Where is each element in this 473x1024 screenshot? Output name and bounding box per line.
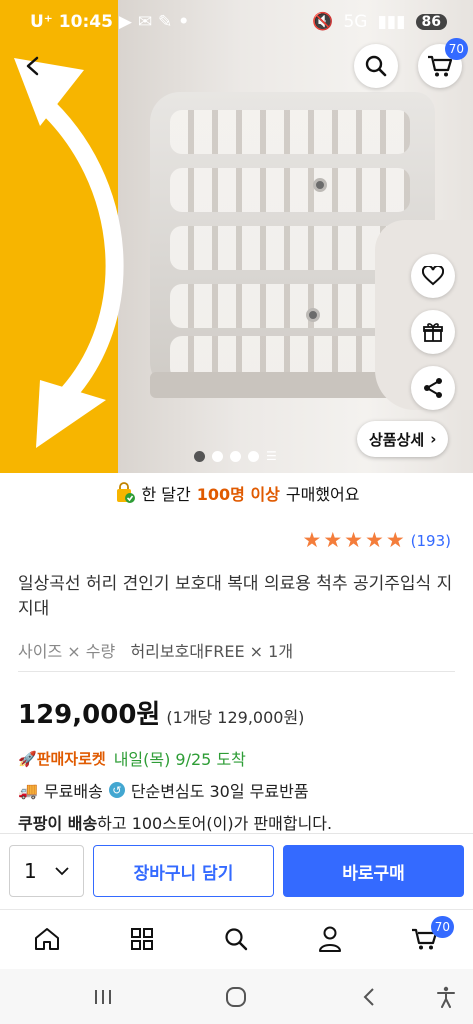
status-bar: U⁺ 10:45 ▶ ✉ ✎ • 🔇 5G ▮▮▮ 86 <box>0 0 473 48</box>
star-icon: ★ <box>323 528 343 552</box>
air-valve <box>313 178 327 192</box>
purchase-bar: 1 장바구니 담기 바로구매 <box>0 833 473 909</box>
search-icon <box>365 55 387 77</box>
seller-rocket-label: 판매자로켓 <box>36 749 106 768</box>
status-right: 🔇 5G ▮▮▮ 86 <box>312 12 447 32</box>
pagination-dot[interactable] <box>230 451 241 462</box>
tab-cart[interactable]: 70 <box>408 916 454 954</box>
recent-apps-button[interactable] <box>90 985 116 1009</box>
add-to-cart-button[interactable]: 장바구니 담기 <box>93 845 274 897</box>
pagination-dot[interactable] <box>194 451 205 462</box>
tab-home[interactable] <box>30 924 64 954</box>
belt-air-cells-row <box>170 168 410 212</box>
banner-suffix: 구매했어요 <box>285 485 360 504</box>
more-dots-icon: ☰ <box>266 449 277 463</box>
recent-apps-icon <box>95 990 111 1004</box>
bottom-tab-bar: 70 <box>0 909 473 969</box>
pagination-dot[interactable] <box>212 451 223 462</box>
wishlist-button[interactable] <box>411 254 455 298</box>
product-title: 일상곡선 허리 견인기 보호대 복대 의료용 척추 공기주입식 지지대 <box>18 574 453 619</box>
grid-icon <box>131 928 153 950</box>
clock: 10:45 <box>58 12 113 32</box>
purchase-count-banner: 한 달간 100명 이상 구매했어요 <box>0 478 473 508</box>
signal-icon: ▮▮▮ <box>377 12 406 32</box>
search-icon <box>225 928 248 951</box>
delivery-eta: 내일(목) 9/25 도착 <box>113 750 246 769</box>
carrier-label: U⁺ <box>30 12 53 32</box>
banner-highlight: 100명 이상 <box>196 485 280 504</box>
truck-icon: 🚚 <box>18 780 38 800</box>
battery-level: 86 <box>415 14 447 30</box>
home-system-button[interactable] <box>223 985 249 1009</box>
belt-air-cells-row <box>170 284 410 328</box>
mute-icon: 🔇 <box>312 12 334 32</box>
notification-icons: ▶ ✉ ✎ • <box>118 12 190 32</box>
gallery-pagination: ☰ <box>194 449 277 463</box>
free-shipping-label: 무료배송 <box>43 782 103 801</box>
chevron-right-icon: › <box>430 430 437 448</box>
seller-suffix: 하고 100스토어(이)가 판매합니다. <box>97 814 333 833</box>
cart-count-badge: 70 <box>430 916 454 938</box>
system-navigation-bar <box>0 969 473 1024</box>
seller-prefix: 쿠팡이 배송 <box>18 814 98 833</box>
network-icon: 5G <box>343 12 368 32</box>
pagination-dot[interactable] <box>248 451 259 462</box>
tab-categories[interactable] <box>125 924 159 954</box>
seller-rocket-badge: 🚀판매자로켓 <box>18 749 106 768</box>
heart-icon <box>422 266 444 286</box>
belt-air-cells-row <box>170 226 410 270</box>
product-image-gallery[interactable]: U⁺ 10:45 ▶ ✉ ✎ • 🔇 5G ▮▮▮ 86 70 상품상세 › ☰ <box>0 0 473 473</box>
search-button[interactable] <box>354 44 398 88</box>
home-circle-icon <box>226 987 246 1007</box>
quantity-value: 1 <box>24 859 37 883</box>
delivery-info: 🚀판매자로켓 내일(목) 9/25 도착 <box>18 746 246 770</box>
option-label: 사이즈 × 수량 <box>18 642 116 661</box>
price-block: 129,000원 (1개당 129,000원) <box>18 694 304 731</box>
divider <box>18 671 455 672</box>
air-valve <box>306 308 320 322</box>
product-detail-button[interactable]: 상품상세 › <box>357 421 449 457</box>
banner-prefix: 한 달간 <box>141 485 191 504</box>
user-icon <box>319 926 341 952</box>
star-icon: ★ <box>302 528 322 552</box>
belt-air-cells-row <box>170 110 410 154</box>
back-arrow-icon <box>26 56 39 76</box>
gift-icon <box>423 323 443 342</box>
selected-option[interactable]: 사이즈 × 수량 허리보호대FREE × 1개 <box>18 638 293 662</box>
home-icon <box>35 928 59 950</box>
accessibility-icon <box>437 986 455 1008</box>
gift-button[interactable] <box>411 310 455 354</box>
system-back-button[interactable] <box>356 985 382 1009</box>
cart-button[interactable]: 70 <box>418 38 468 88</box>
price: 129,000원 <box>18 700 161 730</box>
star-icon: ★ <box>344 528 363 552</box>
back-button[interactable] <box>11 44 55 88</box>
option-value: 허리보호대FREE × 1개 <box>130 642 294 661</box>
star-icon: ★ <box>365 528 384 552</box>
return-icon: ↺ <box>108 782 125 798</box>
accessibility-button[interactable] <box>433 985 459 1009</box>
shipping-info: 🚚 무료배송 ↺ 단순변심도 30일 무료반품 <box>18 778 309 802</box>
star-icon: ★ <box>385 528 405 552</box>
buy-now-button[interactable]: 바로구매 <box>283 845 464 897</box>
cart-count-badge: 70 <box>444 38 468 60</box>
shopping-bag-icon <box>116 482 135 503</box>
tab-my-account[interactable] <box>313 924 347 954</box>
back-chevron-icon <box>363 988 374 1006</box>
unit-price: (1개당 129,000원) <box>166 708 305 727</box>
share-icon <box>424 378 442 398</box>
chevron-down-icon <box>55 866 69 875</box>
status-left: U⁺ 10:45 ▶ ✉ ✎ • <box>30 12 189 32</box>
tab-search[interactable] <box>219 924 253 954</box>
seller-info: 쿠팡이 배송하고 100스토어(이)가 판매합니다. <box>18 810 332 834</box>
quantity-select[interactable]: 1 <box>9 845 84 897</box>
share-button[interactable] <box>411 366 455 410</box>
rating-summary[interactable]: ★ ★ ★ ★ ★ (193) <box>303 530 451 551</box>
free-return-label: 단순변심도 30일 무료반품 <box>130 782 309 801</box>
review-count-link[interactable]: (193) <box>411 532 451 550</box>
product-detail-label: 상품상세 <box>369 430 425 449</box>
double-arrow-graphic <box>14 58 124 448</box>
